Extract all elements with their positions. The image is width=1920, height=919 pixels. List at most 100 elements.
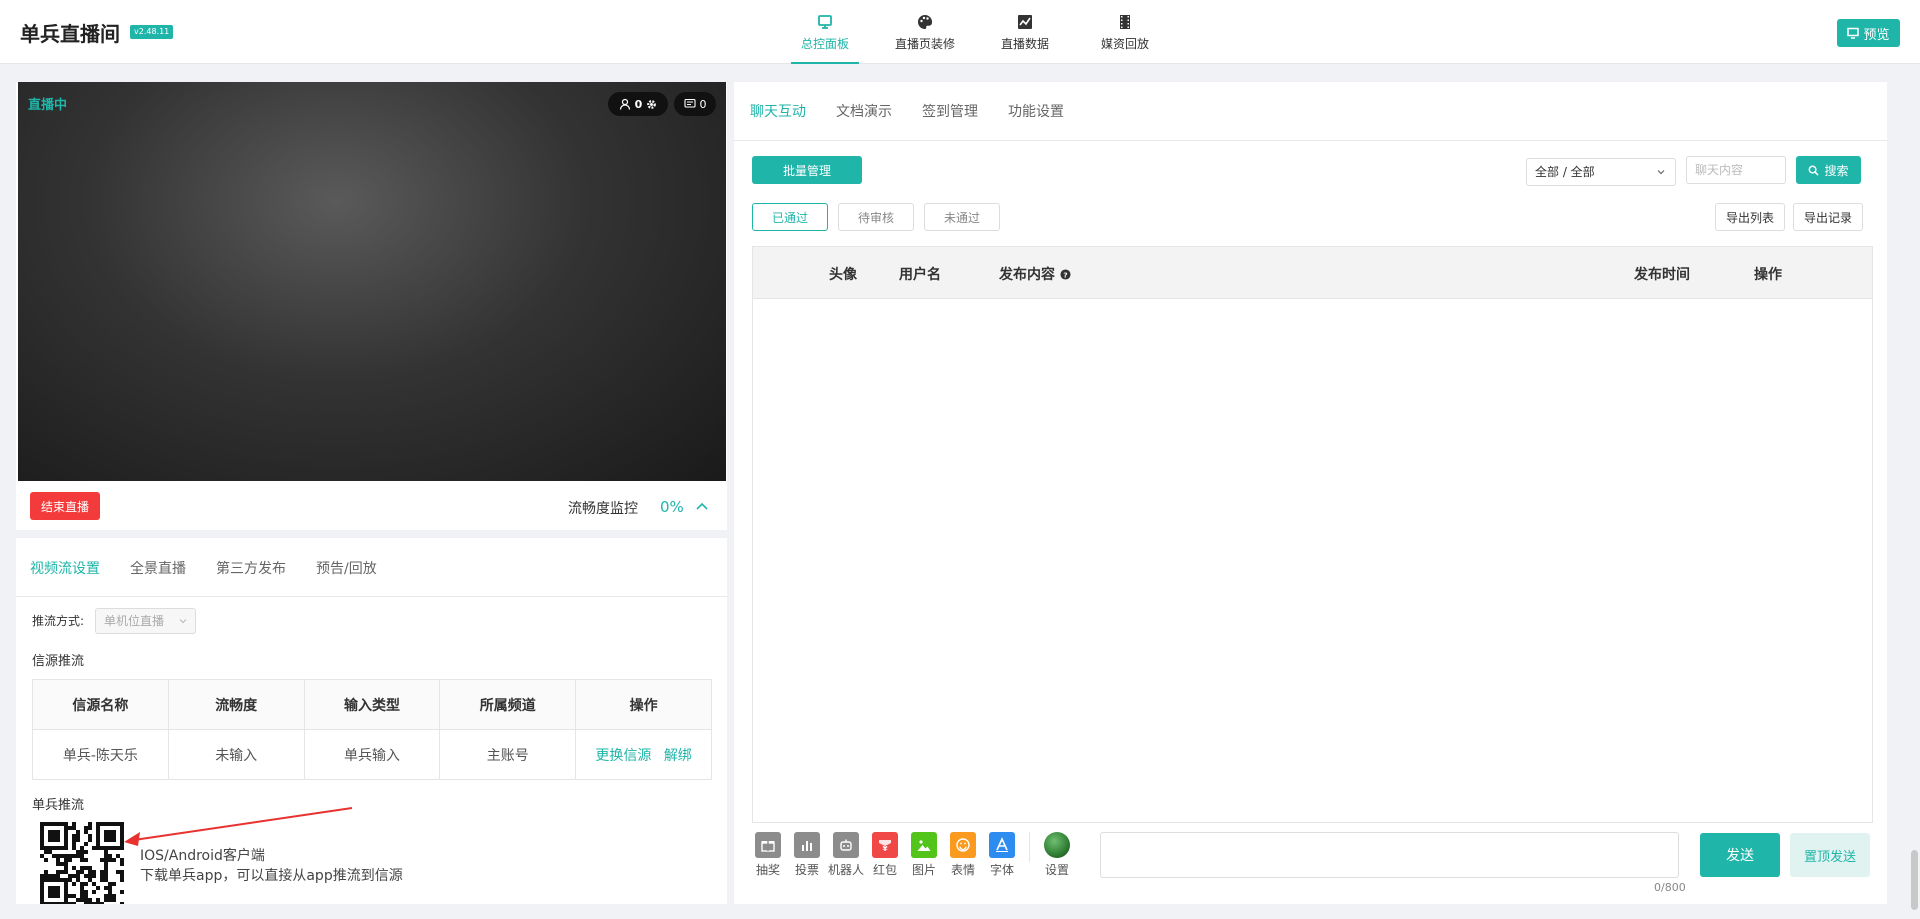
toolbar-separator bbox=[1029, 832, 1030, 862]
annotation-arrow bbox=[124, 807, 353, 846]
viewer-count-pill[interactable]: 0 bbox=[608, 92, 668, 116]
tab-document[interactable]: 文档演示 bbox=[836, 81, 892, 141]
input-type-cell: 单兵输入 bbox=[303, 729, 441, 780]
nav-item-media-replay[interactable]: 媒资回放 bbox=[1075, 0, 1175, 64]
column-header: 流畅度 bbox=[167, 679, 305, 730]
divider bbox=[734, 140, 1887, 141]
nav-item-control-panel[interactable]: 总控面板 bbox=[775, 0, 875, 64]
tool-label: 字体 bbox=[989, 863, 1014, 877]
bar-chart-icon bbox=[794, 832, 820, 858]
pin-send-button[interactable]: 置顶发送 bbox=[1790, 833, 1870, 877]
filter-pending-button[interactable]: 待审核 bbox=[838, 203, 914, 231]
monitor-icon bbox=[1847, 27, 1860, 39]
chat-toolbar: 抽奖 投票 机器人 ¥ 红包 图片 表情 字体 设置 bbox=[754, 832, 1071, 878]
chat-message-input[interactable] bbox=[1100, 832, 1679, 878]
qr-code-image bbox=[40, 822, 124, 904]
tab-panorama[interactable]: 全景直播 bbox=[130, 538, 186, 598]
gear-icon bbox=[647, 99, 657, 109]
column-header-actions: 操作 bbox=[1754, 267, 1782, 283]
film-icon bbox=[1120, 14, 1130, 29]
nav-item-page-decoration[interactable]: 直播页装修 bbox=[875, 0, 975, 64]
change-source-link[interactable]: 更换信源 bbox=[595, 748, 651, 764]
stream-settings-panel: 视频流设置 全景直播 第三方发布 预告/回放 推流方式: 单机位直播 信源推流 … bbox=[16, 538, 727, 904]
push-method-label: 推流方式: bbox=[32, 614, 85, 628]
monitor-icon bbox=[818, 14, 832, 29]
column-header: 所属频道 bbox=[439, 679, 577, 730]
top-bar: 单兵直播间 v2.48.11 总控面板 直播页装修 直播数据 媒资回放 预览 bbox=[0, 0, 1920, 64]
svg-text:¥: ¥ bbox=[883, 845, 888, 853]
user-icon bbox=[619, 98, 630, 110]
nav-label: 直播页装修 bbox=[894, 36, 955, 51]
tool-emoji[interactable]: 表情 bbox=[949, 832, 977, 878]
video-player[interactable]: 直播中 0 0 bbox=[18, 82, 726, 481]
tab-function-settings[interactable]: 功能设置 bbox=[1008, 81, 1064, 141]
char-counter: 0/800 bbox=[1654, 881, 1686, 894]
tab-preview-replay[interactable]: 预告/回放 bbox=[316, 538, 377, 598]
column-header-content-label: 发布内容 bbox=[999, 267, 1055, 283]
tool-robot[interactable]: 机器人 bbox=[828, 832, 864, 878]
export-record-button[interactable]: 导出记录 bbox=[1793, 203, 1863, 231]
tab-sign-in[interactable]: 签到管理 bbox=[922, 81, 978, 141]
unbind-link[interactable]: 解绑 bbox=[664, 748, 692, 764]
nav-label: 总控面板 bbox=[800, 36, 849, 51]
tool-settings[interactable]: 设置 bbox=[1043, 832, 1071, 878]
chat-search-input[interactable] bbox=[1686, 156, 1786, 184]
send-button[interactable]: 发送 bbox=[1700, 833, 1780, 877]
source-push-title: 信源推流 bbox=[32, 654, 85, 669]
robot-icon bbox=[833, 832, 859, 858]
chevron-up-icon[interactable] bbox=[694, 498, 710, 514]
column-header: 操作 bbox=[575, 679, 712, 730]
source-name-cell: 单兵-陈天乐 bbox=[32, 729, 169, 780]
tab-chat-interaction[interactable]: 聊天互动 bbox=[750, 81, 806, 141]
message-table: 头像 用户名 发布内容 ? 发布时间 操作 bbox=[752, 246, 1873, 823]
page-scrollbar-track[interactable] bbox=[1909, 64, 1920, 919]
tool-label: 机器人 bbox=[828, 863, 865, 877]
question-circle-icon[interactable]: ? bbox=[1060, 269, 1071, 280]
filter-approved-button[interactable]: 已通过 bbox=[752, 203, 828, 231]
end-live-button[interactable]: 结束直播 bbox=[30, 492, 100, 520]
tool-font[interactable]: 字体 bbox=[988, 832, 1016, 878]
emoji-icon bbox=[950, 832, 976, 858]
column-header: 输入类型 bbox=[303, 679, 441, 730]
nav-item-live-data[interactable]: 直播数据 bbox=[975, 0, 1075, 64]
red-envelope-icon: ¥ bbox=[872, 832, 898, 858]
client-description: 下载单兵app，可以直接从app推流到信源 bbox=[140, 868, 403, 884]
table-row: 单兵-陈天乐 未输入 单兵输入 主账号 更换信源 解绑 bbox=[32, 729, 712, 780]
tool-vote[interactable]: 投票 bbox=[793, 832, 821, 878]
search-button[interactable]: 搜索 bbox=[1796, 156, 1861, 184]
settings-avatar-icon bbox=[1044, 832, 1070, 858]
filter-rejected-button[interactable]: 未通过 bbox=[924, 203, 1000, 231]
channel-cell: 主账号 bbox=[439, 729, 577, 780]
page-scrollbar-thumb[interactable] bbox=[1911, 850, 1918, 910]
tab-third-party[interactable]: 第三方发布 bbox=[216, 538, 286, 598]
image-icon bbox=[911, 832, 937, 858]
tab-video-stream[interactable]: 视频流设置 bbox=[30, 538, 100, 598]
preview-button[interactable]: 预览 bbox=[1837, 19, 1900, 47]
search-icon bbox=[1809, 165, 1820, 176]
comment-count-pill[interactable]: 0 bbox=[674, 92, 716, 116]
video-panel: 直播中 0 0 结束直播 流畅度监控 0% bbox=[16, 82, 727, 530]
search-label: 搜索 bbox=[1824, 163, 1849, 178]
chat-filter-select[interactable]: 全部 / 全部 bbox=[1526, 158, 1676, 186]
tool-red-envelope[interactable]: ¥ 红包 bbox=[871, 832, 899, 878]
smoothness-cell: 未输入 bbox=[167, 729, 305, 780]
chart-icon bbox=[1018, 14, 1032, 29]
actions-cell: 更换信源 解绑 bbox=[575, 729, 712, 780]
tool-label: 表情 bbox=[950, 863, 975, 877]
message-table-header: 头像 用户名 发布内容 ? 发布时间 操作 bbox=[753, 247, 1872, 299]
solo-push-title: 单兵推流 bbox=[32, 798, 85, 813]
export-list-button[interactable]: 导出列表 bbox=[1715, 203, 1785, 231]
tool-image[interactable]: 图片 bbox=[910, 832, 938, 878]
tool-label: 图片 bbox=[911, 863, 936, 877]
nav-label: 媒资回放 bbox=[1100, 36, 1149, 51]
divider bbox=[16, 596, 727, 597]
chat-panel: 聊天互动 文档演示 签到管理 功能设置 批量管理 全部 / 全部 搜索 已通过 … bbox=[734, 82, 1887, 904]
push-method-select[interactable]: 单机位直播 bbox=[95, 608, 196, 634]
batch-manage-button[interactable]: 批量管理 bbox=[752, 156, 862, 184]
settings-tabs: 视频流设置 全景直播 第三方发布 预告/回放 bbox=[30, 538, 377, 598]
nav-label: 直播数据 bbox=[1000, 36, 1049, 51]
smoothness-value: 0% bbox=[660, 498, 684, 516]
tool-lottery[interactable]: 抽奖 bbox=[754, 832, 782, 878]
chevron-down-icon bbox=[1657, 170, 1665, 175]
chat-tabs: 聊天互动 文档演示 签到管理 功能设置 bbox=[750, 82, 1064, 140]
